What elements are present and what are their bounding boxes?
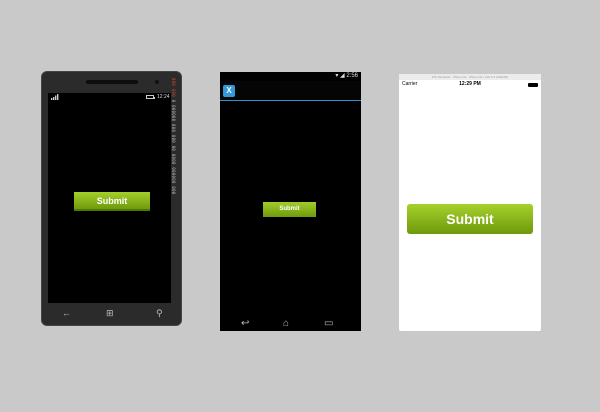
back-icon[interactable]: ↩ — [241, 318, 249, 329]
android-nav-bar: ↩ ⌂ ▭ — [220, 317, 361, 331]
windows-nav-bar: ← ⊞ ⚲ — [42, 303, 181, 327]
speaker-grille — [86, 80, 138, 84]
debug-counter: 000 — [171, 88, 176, 97]
signal-icon: ◢ — [340, 73, 345, 79]
windows-phone-screen: 12:24 Submit — [48, 93, 171, 303]
ios-simulator: iOS Simulator - iPhone 6s - iPhone 6s / … — [399, 74, 541, 331]
back-icon[interactable]: ← — [62, 308, 71, 318]
status-time: 12:29 PM — [459, 81, 481, 87]
submit-button[interactable]: Submit — [263, 202, 316, 217]
xamarin-logo-icon: X — [223, 85, 235, 97]
debug-counter: 000000 000 — [171, 167, 176, 195]
search-icon[interactable]: ⚲ — [156, 308, 163, 319]
app-bar: X — [220, 81, 361, 101]
windows-start-icon[interactable]: ⊞ — [106, 308, 114, 319]
android-emulator: ▾ ◢ 2:56 X Submit ↩ ⌂ ▭ — [220, 72, 361, 331]
home-icon[interactable]: ⌂ — [283, 318, 289, 329]
recents-icon[interactable]: ▭ — [324, 318, 333, 329]
status-bar: ▾ ◢ 2:56 — [220, 72, 361, 81]
frame-rate-counters: 000 000 0 000000 000 000 00 0000 000000 … — [168, 78, 178, 208]
camera-icon — [155, 80, 159, 84]
submit-button[interactable]: Submit — [407, 204, 533, 234]
status-time: 2:56 — [346, 73, 358, 79]
debug-counter: 0 000000 000 000 00 0000 — [171, 99, 176, 165]
debug-counter: 000 — [171, 78, 176, 87]
status-bar: 12:24 — [48, 93, 171, 101]
signal-icon — [51, 94, 59, 100]
battery-icon — [146, 95, 155, 99]
windows-phone-emulator: 12:24 Submit 000 000 0 000000 000 000 00… — [41, 71, 182, 326]
battery-icon — [528, 83, 538, 87]
status-bar: Carrier 12:29 PM — [399, 80, 541, 89]
submit-button[interactable]: Submit — [74, 192, 150, 211]
wifi-icon: ▾ — [335, 73, 339, 79]
